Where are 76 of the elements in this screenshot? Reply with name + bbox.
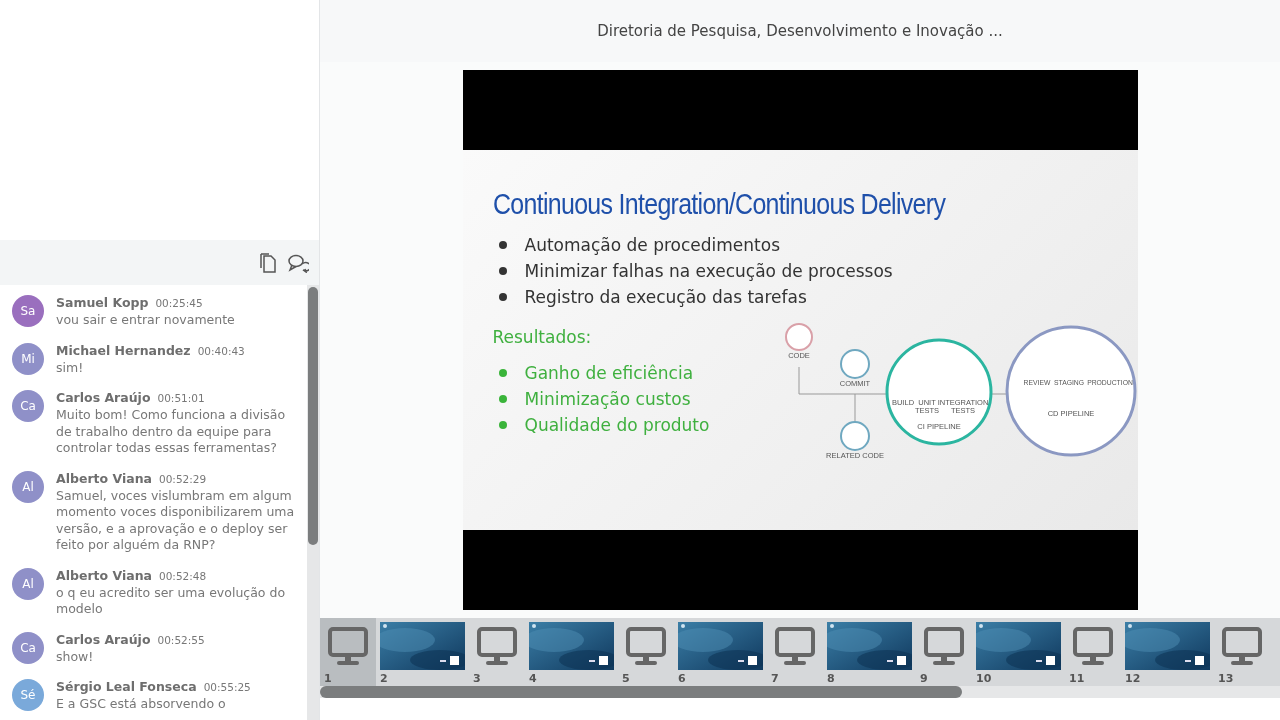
chat-bubbles-icon[interactable] — [287, 252, 309, 273]
message-time: 00:40:43 — [197, 344, 245, 357]
message-text: Muito bom! Como funciona a divisão de trabalho dentro da equipe para controlar todas essas ferramentas? — [56, 407, 287, 457]
slide-number: 4 — [529, 672, 537, 685]
slide-number: 8 — [827, 672, 835, 685]
slide-number: 9 — [920, 672, 928, 685]
slide-thumbnail[interactable]: 13 — [1214, 618, 1270, 686]
message-text: show! — [56, 648, 95, 665]
slide-number: 10 — [976, 672, 992, 685]
bullet-icon — [498, 241, 507, 249]
slide-number: 5 — [622, 672, 630, 685]
bullet-icon — [498, 293, 507, 301]
slide-thumbnail[interactable]: 10 — [972, 618, 1065, 686]
slide-number: 13 — [1218, 672, 1234, 685]
avatar: Sa — [12, 295, 44, 327]
slide-thumbnail[interactable]: 6 — [674, 618, 767, 686]
message-time: 00:52:48 — [159, 569, 207, 582]
slide-number: 7 — [771, 672, 779, 685]
slide-number: 12 — [1125, 672, 1141, 685]
avatar: Mi — [12, 342, 44, 375]
results-heading: Resultados: — [492, 327, 593, 347]
bullet-icon — [498, 395, 507, 403]
slide-title: Continuous Integration/Continuous Delivery — [492, 188, 945, 221]
slide-thumbnail[interactable]: 2 — [376, 618, 469, 686]
message-text: E a GSC está absorvendo o — [56, 696, 227, 713]
slide-number: 3 — [473, 672, 481, 685]
sender-name: Sérgio Leal Fonseca — [56, 679, 197, 694]
commit-node — [839, 349, 870, 379]
message-time: 00:52:55 — [157, 633, 205, 646]
bullet-icon — [498, 369, 507, 377]
related-code-node — [839, 421, 870, 451]
slide-thumbnail[interactable]: 9 — [916, 618, 972, 686]
bullet-text: Ganho de eficiência — [524, 363, 694, 383]
sender-name: Carlos Araújo — [56, 390, 151, 405]
slide-thumbnail[interactable]: 3 — [469, 618, 525, 686]
avatar: Sé — [12, 679, 44, 711]
slide-thumbnail[interactable]: 8 — [823, 618, 916, 686]
scrollbar-thumb[interactable] — [320, 686, 962, 698]
avatar: Ca — [12, 390, 44, 422]
message-text: Samuel, voces vislumbram em algum momento voces disponibilizarem uma versão, e a aprovação e o deploy ser feito por alguém da RNP? — [56, 487, 296, 554]
bullet-text: Minimizar falhas na execução de processos — [524, 261, 893, 281]
slide-thumbnail[interactable]: 11 — [1065, 618, 1121, 686]
bullet-text: Minimização custos — [524, 389, 691, 409]
slide-thumbnail[interactable]: 4 — [525, 618, 618, 686]
message-time: 00:55:25 — [203, 681, 251, 693]
message-text: sim! — [56, 359, 85, 376]
sender-name: Alberto Viana — [56, 567, 152, 583]
scrollbar-thumb[interactable] — [308, 287, 318, 545]
sender-name: Carlos Araújo — [56, 631, 151, 647]
sender-name: Michael Hernandez — [56, 342, 191, 358]
bullet-text: Registro da execução das tarefas — [524, 287, 807, 307]
sender-name: Samuel Kopp — [56, 295, 149, 310]
message-time: 00:51:01 — [157, 392, 205, 404]
slide-number: 6 — [678, 672, 686, 685]
message-text: vou sair e entrar novamente — [56, 312, 235, 329]
slide-number: 2 — [380, 672, 388, 685]
bullet-icon — [498, 267, 507, 275]
copy-icon[interactable] — [259, 252, 277, 273]
slide-number: 11 — [1069, 672, 1085, 685]
message-time: 00:25:45 — [155, 297, 203, 309]
slide-thumbnail[interactable]: 5 — [618, 618, 674, 686]
bullet-text: Qualidade do produto — [524, 415, 710, 435]
bullet-text: Automação de procedimentos — [524, 235, 780, 255]
message-time: 00:52:29 — [159, 472, 207, 485]
slide-thumbnail[interactable]: 1 — [320, 618, 376, 686]
bullet-icon — [498, 421, 507, 429]
avatar: Al — [12, 470, 44, 503]
slide-thumbnail[interactable]: 12 — [1121, 618, 1214, 686]
slide-thumbnail[interactable]: 7 — [767, 618, 823, 686]
avatar: Ca — [12, 631, 44, 664]
sender-name: Alberto Viana — [56, 470, 152, 486]
avatar: Al — [12, 567, 44, 600]
message-text: o q eu acredito ser uma evolução do modelo — [56, 584, 287, 618]
code-node — [784, 323, 813, 351]
slide-number: 1 — [324, 672, 332, 685]
presentation-title: Diretoria de Pesquisa, Desenvolvimento e Inovação ... — [597, 22, 1003, 40]
